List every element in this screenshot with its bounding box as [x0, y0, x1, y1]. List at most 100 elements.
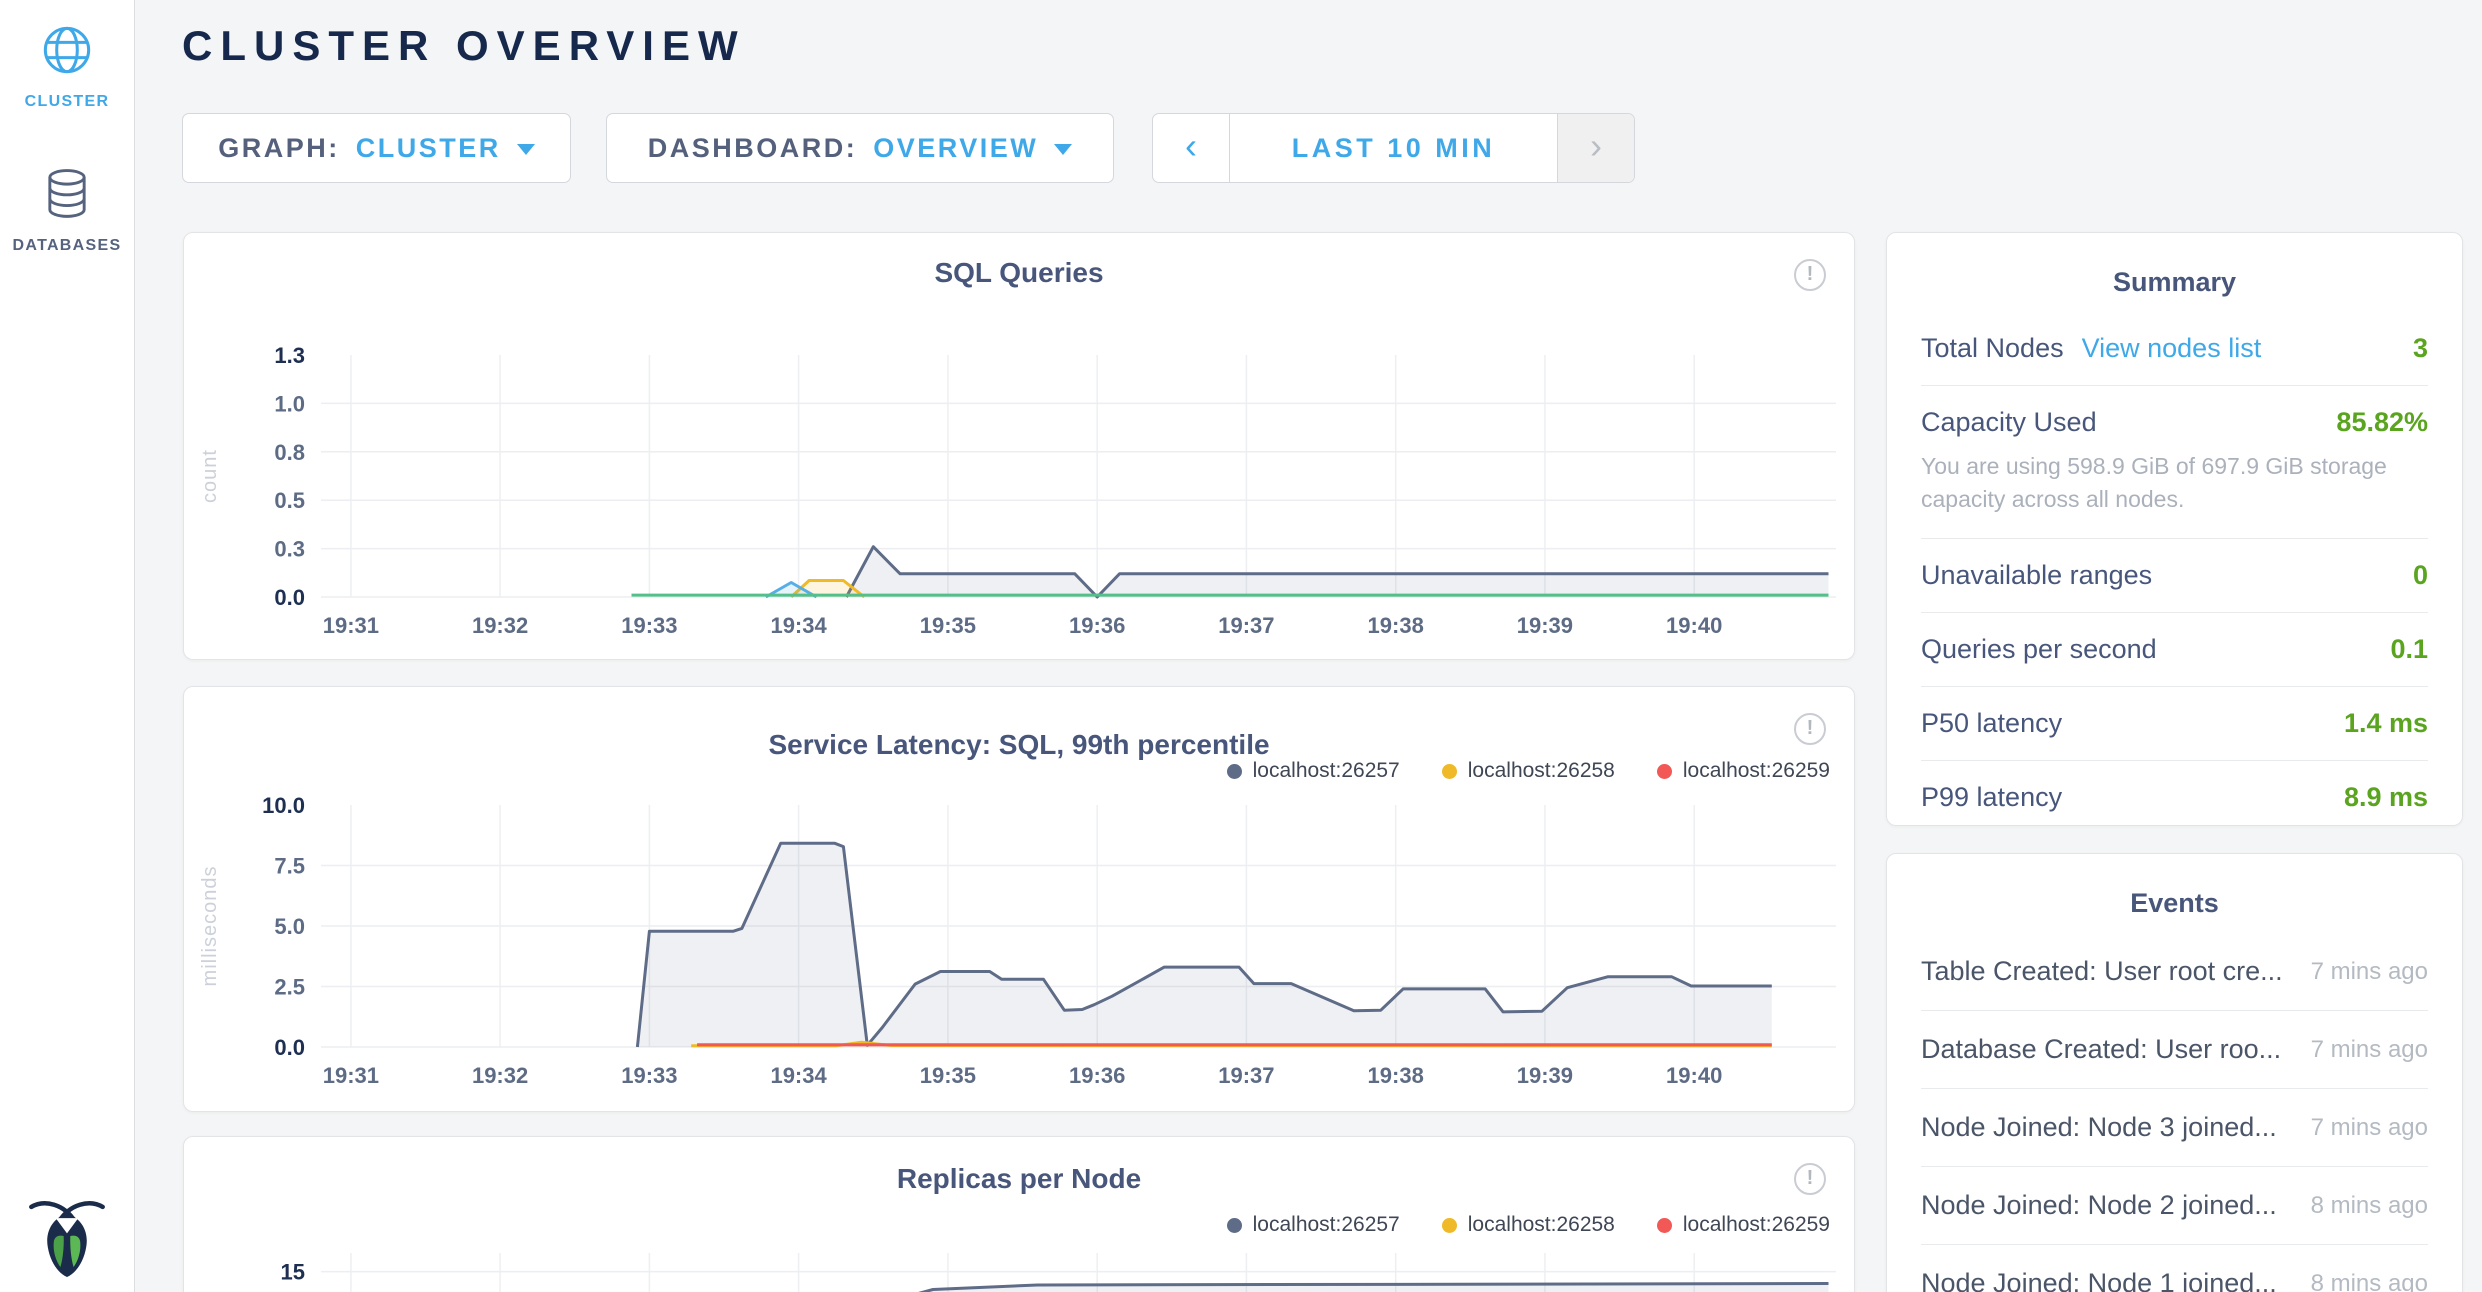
- summary-label: P99 latency: [1921, 782, 2062, 813]
- svg-text:0.3: 0.3: [274, 537, 305, 562]
- svg-text:5.0: 5.0: [274, 914, 305, 939]
- sql-queries-chart: 0.00.30.50.81.01.319:3119:3219:3319:3419…: [184, 333, 1856, 668]
- summary-value: 8.9 ms: [2344, 782, 2428, 813]
- summary-value: 1.4 ms: [2344, 708, 2428, 739]
- summary-row: Total NodesView nodes list3: [1921, 312, 2428, 386]
- event-time: 8 mins ago: [2311, 1192, 2428, 1220]
- time-range-label: LAST 10 MIN: [1292, 133, 1496, 164]
- summary-row: P50 latency 1.4 ms: [1921, 687, 2428, 761]
- event-text: Database Created: User roo...: [1921, 1034, 2281, 1065]
- svg-text:19:39: 19:39: [1517, 1063, 1573, 1088]
- summary-value: 85.82%: [2336, 407, 2428, 438]
- graph-dropdown[interactable]: GRAPH: CLUSTER: [182, 113, 571, 183]
- event-row[interactable]: Node Joined: Node 3 joined...7 mins ago: [1921, 1089, 2428, 1167]
- summary-title: Summary: [1887, 267, 2462, 298]
- legend-item[interactable]: localhost:26258: [1442, 759, 1615, 783]
- event-text: Node Joined: Node 3 joined...: [1921, 1112, 2277, 1143]
- legend-item[interactable]: localhost:26257: [1227, 759, 1400, 783]
- svg-text:19:35: 19:35: [920, 1063, 976, 1088]
- svg-text:19:38: 19:38: [1368, 613, 1424, 638]
- svg-text:19:33: 19:33: [621, 613, 677, 638]
- service-latency-card: Service Latency: SQL, 99th percentile ! …: [183, 686, 1855, 1112]
- event-row[interactable]: Node Joined: Node 1 joined... 8 mins ago: [1921, 1245, 2428, 1292]
- events-title: Events: [1887, 888, 2462, 919]
- events-list: Table Created: User root cre... 7 mins ag…: [1887, 933, 2462, 1292]
- event-row[interactable]: Database Created: User roo... 7 mins ago: [1921, 1011, 2428, 1089]
- svg-text:10.0: 10.0: [262, 793, 305, 818]
- svg-text:19:36: 19:36: [1069, 613, 1125, 638]
- info-icon[interactable]: !: [1794, 1163, 1826, 1195]
- summary-subtext: You are using 598.9 GiB of 697.9 GiB sto…: [1921, 450, 2428, 517]
- dashboard-dropdown[interactable]: DASHBOARD: OVERVIEW: [606, 113, 1114, 183]
- sidebar-item-label: CLUSTER: [0, 93, 134, 111]
- svg-text:0.0: 0.0: [274, 1035, 305, 1060]
- chart-title: Service Latency: SQL, 99th percentile: [184, 729, 1854, 761]
- svg-text:19:34: 19:34: [770, 1063, 827, 1088]
- legend-item[interactable]: localhost:26259: [1657, 759, 1830, 783]
- dashboard-dropdown-value: OVERVIEW: [873, 133, 1038, 164]
- events-card: Events Table Created: User root cre... 7 …: [1886, 853, 2463, 1292]
- svg-text:2.5: 2.5: [274, 975, 305, 1000]
- svg-text:19:35: 19:35: [920, 613, 976, 638]
- svg-text:milliseconds: milliseconds: [199, 866, 221, 987]
- chevron-right-icon: ›: [1590, 125, 1602, 167]
- time-range-selector: ‹ LAST 10 MIN ›: [1152, 113, 1635, 183]
- summary-card: Summary Total NodesView nodes list3Capac…: [1886, 232, 2463, 826]
- time-prev-button[interactable]: ‹: [1153, 114, 1229, 182]
- legend-label: localhost:26257: [1253, 759, 1400, 783]
- cockroachdb-admin-ui: CLUSTER DATABASES: [0, 0, 2482, 1292]
- dashboard-dropdown-label: DASHBOARD:: [648, 133, 858, 164]
- svg-text:19:39: 19:39: [1517, 613, 1573, 638]
- chart-plot: 0.00.30.50.81.01.319:3119:3219:3319:3419…: [184, 333, 1856, 663]
- svg-text:0.8: 0.8: [274, 440, 305, 465]
- event-time: 8 mins ago: [2311, 1270, 2428, 1292]
- graph-dropdown-label: GRAPH:: [218, 133, 340, 164]
- cockroach-logo[interactable]: [24, 1195, 110, 1282]
- chart-legend: localhost:26257 localhost:26258 localhost:…: [1227, 759, 1830, 783]
- replicas-per-node-card: Replicas per Node ! localhost:26257local…: [183, 1136, 1855, 1292]
- svg-text:19:37: 19:37: [1218, 613, 1274, 638]
- sidebar-item-label: DATABASES: [0, 237, 134, 255]
- summary-row: Unavailable ranges 0: [1921, 539, 2428, 613]
- info-icon[interactable]: !: [1794, 259, 1826, 291]
- view-nodes-link[interactable]: View nodes list: [2082, 333, 2262, 364]
- sidebar-item-cluster[interactable]: CLUSTER: [0, 24, 134, 111]
- legend-label: localhost:26258: [1468, 759, 1615, 783]
- svg-text:19:40: 19:40: [1666, 613, 1722, 638]
- chevron-down-icon: [1054, 144, 1072, 155]
- chart-title: SQL Queries: [184, 257, 1854, 289]
- legend-dot-icon: [1657, 764, 1672, 779]
- svg-text:1.3: 1.3: [274, 343, 305, 368]
- summary-label: Total Nodes: [1921, 333, 2064, 364]
- page-title: CLUSTER OVERVIEW: [182, 22, 746, 70]
- summary-label: Queries per second: [1921, 634, 2157, 665]
- service-latency-chart: 0.02.55.07.510.019:3119:3219:3319:3419:3…: [184, 783, 1856, 1118]
- time-range-button[interactable]: LAST 10 MIN: [1229, 114, 1558, 182]
- time-next-button[interactable]: ›: [1558, 114, 1634, 182]
- event-row[interactable]: Table Created: User root cre...7 mins ag…: [1921, 933, 2428, 1011]
- svg-text:count: count: [199, 449, 221, 503]
- event-row[interactable]: Node Joined: Node 2 joined... 8 mins ago: [1921, 1167, 2428, 1245]
- svg-text:19:40: 19:40: [1666, 1063, 1722, 1088]
- replicas-per-node-chart: 05101519:3119:3219:3319:3419:3519:3619:3…: [184, 1231, 1856, 1292]
- legend-dot-icon: [1227, 764, 1242, 779]
- summary-row: Queries per second 0.1: [1921, 613, 2428, 687]
- svg-text:15: 15: [281, 1260, 305, 1285]
- info-icon[interactable]: !: [1794, 713, 1826, 745]
- summary-label: P50 latency: [1921, 708, 2062, 739]
- chevron-down-icon: [517, 144, 535, 155]
- svg-text:0.0: 0.0: [274, 585, 305, 610]
- event-text: Table Created: User root cre...: [1921, 956, 2283, 987]
- sidebar-item-databases[interactable]: DATABASES: [0, 168, 134, 255]
- event-text: Node Joined: Node 2 joined...: [1921, 1190, 2277, 1221]
- svg-text:19:33: 19:33: [621, 1063, 677, 1088]
- summary-label: Unavailable ranges: [1921, 560, 2152, 591]
- event-time: 7 mins ago: [2311, 1036, 2428, 1064]
- event-text: Node Joined: Node 1 joined...: [1921, 1268, 2277, 1292]
- globe-icon: [0, 24, 134, 81]
- chart-plot: 05101519:3119:3219:3319:3419:3519:3619:3…: [184, 1231, 1856, 1292]
- summary-value: 0: [2413, 560, 2428, 591]
- svg-text:7.5: 7.5: [274, 854, 305, 879]
- summary-value: 0.1: [2390, 634, 2428, 665]
- legend-dot-icon: [1442, 764, 1457, 779]
